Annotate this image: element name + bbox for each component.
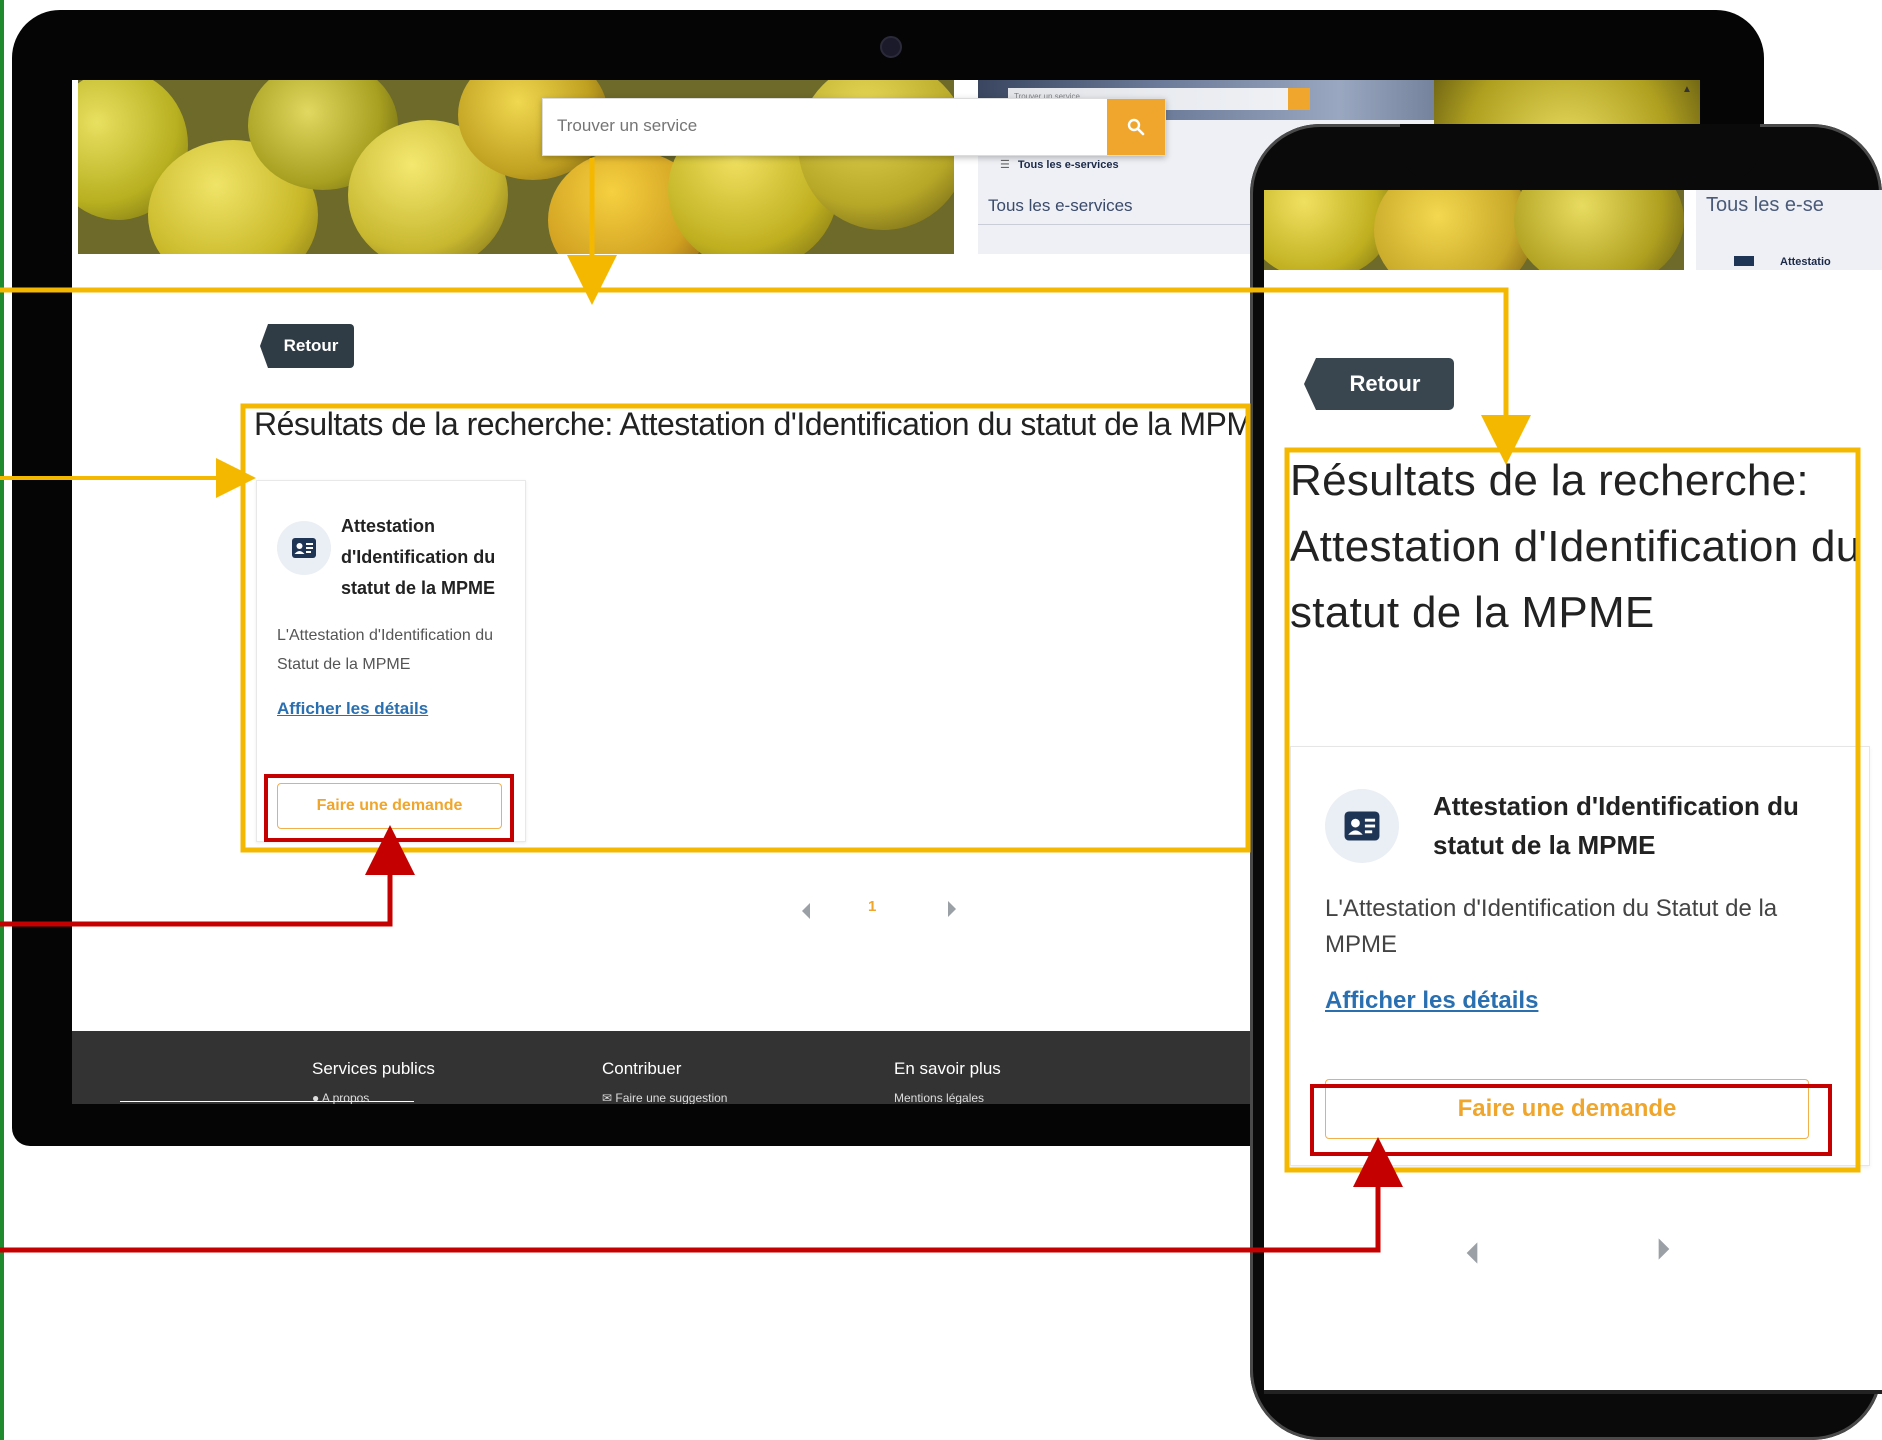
- footer-link-suggestion[interactable]: ✉ Faire une suggestion: [602, 1091, 727, 1104]
- mobile-inset-item: Attestatio: [1780, 256, 1831, 268]
- footer-link-about[interactable]: ● A propos: [312, 1091, 369, 1104]
- annotation-arrow-request-mobile: [0, 1137, 1403, 1253]
- mobile-id-card-icon: [1325, 789, 1399, 863]
- scrollbar-up-arrow-icon[interactable]: ▲: [1682, 84, 1692, 95]
- search-icon: [1127, 118, 1145, 136]
- mobile-inset-heading: Tous les e-se: [1706, 194, 1824, 216]
- footer-heading-services[interactable]: Services publics: [312, 1059, 435, 1079]
- mobile-pagination-next-icon[interactable]: [1656, 1236, 1672, 1267]
- footer-heading-learn-more[interactable]: En savoir plus: [894, 1059, 1001, 1079]
- details-link[interactable]: Afficher les détails: [277, 699, 428, 719]
- mobile-details-link[interactable]: Afficher les détails: [1325, 987, 1538, 1015]
- pagination-prev-icon[interactable]: [800, 902, 812, 925]
- pagination-next-icon[interactable]: [946, 900, 958, 923]
- search-input[interactable]: [543, 99, 1103, 153]
- phone-notch: [1400, 124, 1760, 180]
- search-button[interactable]: [1107, 99, 1165, 155]
- inset-menu-label: ☰ Tous les e-services: [1000, 159, 1119, 171]
- mobile-search-results-title: Résultats de la recherche: Attestation d…: [1290, 456, 1861, 637]
- search-bar: [542, 98, 1166, 156]
- service-card-title: Attestation d'Identification du statut d…: [341, 516, 496, 598]
- service-card-description: L'Attestation d'Identification du Statut…: [277, 627, 494, 673]
- mobile-bottom-bar: [1264, 1390, 1882, 1394]
- mobile-hero-inset: Tous les e-se Attestatio: [1696, 190, 1882, 270]
- mobile-request-button[interactable]: Faire une demande: [1325, 1079, 1809, 1139]
- mobile-back-button[interactable]: Retour: [1304, 358, 1454, 410]
- footer-link-legal[interactable]: Mentions légales: [894, 1091, 984, 1104]
- mobile-hero-image: [1264, 190, 1684, 270]
- search-results-title: Résultats de la recherche: Attestation d…: [254, 406, 1274, 442]
- inset-search-icon: [1288, 88, 1310, 110]
- mobile-service-card-title: Attestation d'Identification du statut d…: [1433, 791, 1799, 860]
- back-button[interactable]: Retour: [260, 324, 354, 368]
- request-button[interactable]: Faire une demande: [277, 783, 502, 829]
- footer-heading-contribute[interactable]: Contribuer: [602, 1059, 681, 1079]
- id-card-icon: [277, 521, 331, 575]
- laptop-camera: [880, 36, 902, 58]
- mobile-screen: Tous les e-se Attestatio Retour Résultat…: [1264, 190, 1882, 1394]
- service-card: Attestation d'Identification du statut d…: [256, 480, 526, 842]
- footer-divider: [120, 1101, 414, 1102]
- mobile-inset-id-icon: [1734, 256, 1754, 266]
- mobile-service-card-description: L'Attestation d'Identification du Statut…: [1325, 895, 1778, 958]
- pagination-page-number[interactable]: 1: [868, 898, 876, 915]
- inset-heading: Tous les e-services: [988, 196, 1133, 215]
- mobile-service-card: Attestation d'Identification du statut d…: [1290, 746, 1870, 1166]
- mobile-pagination-prev-icon[interactable]: [1464, 1240, 1480, 1271]
- left-accent-rule: [0, 0, 4, 1440]
